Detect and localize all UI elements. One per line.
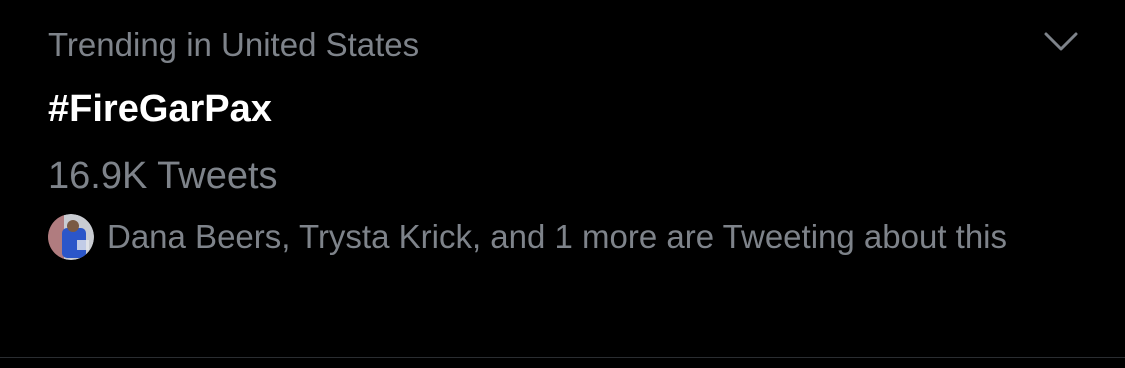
social-context: Dana Beers, Trysta Krick, and 1 more are… xyxy=(107,218,1008,255)
tweet-count: 16.9K Tweets xyxy=(48,155,278,197)
avatar xyxy=(48,214,94,260)
trend-context: Trending in United States xyxy=(48,26,420,63)
chevron-down-icon[interactable] xyxy=(1043,30,1079,54)
divider xyxy=(0,357,1125,358)
trend-item[interactable]: Trending in United States #FireGarPax 16… xyxy=(0,0,1125,358)
trend-hashtag[interactable]: #FireGarPax xyxy=(48,85,272,133)
